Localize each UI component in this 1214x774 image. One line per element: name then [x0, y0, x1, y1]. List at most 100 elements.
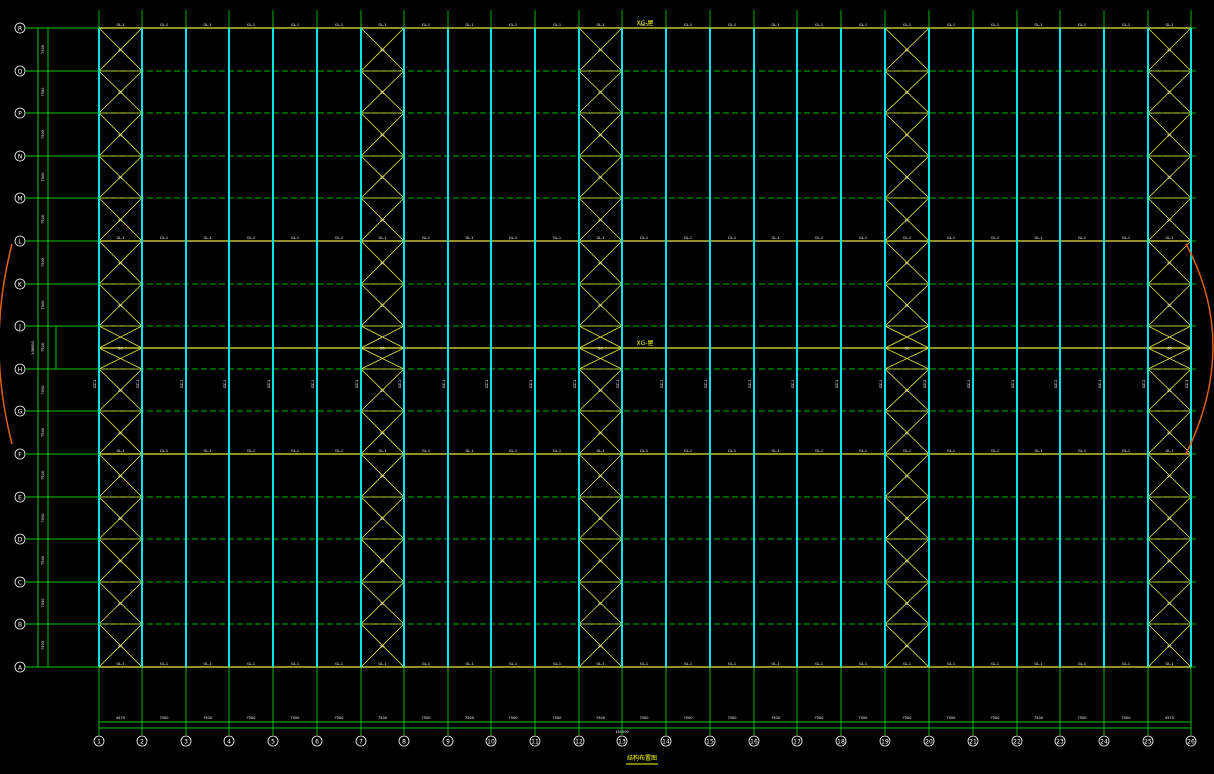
column-mark: GZ-1: [529, 380, 533, 389]
row-axis-label: F: [18, 452, 22, 459]
brace-label: SC: [1167, 432, 1172, 436]
brace-label: SC: [905, 262, 910, 266]
beam-mark: GL-1: [596, 23, 604, 27]
row-dimension-text: 7500: [41, 599, 45, 608]
beam-mark: GL-1: [728, 449, 736, 453]
column-axis-label: 16: [750, 739, 758, 746]
beam-mark: GL-1: [1034, 662, 1042, 666]
bay-dimension-text: 4575: [1165, 716, 1174, 720]
brace-label: SC: [118, 304, 123, 308]
beam-mark: GL-1: [1122, 662, 1130, 666]
bay-dimension-text: 7500: [640, 716, 649, 720]
brace-label: SC: [1167, 475, 1172, 479]
column-mark: GZ-1: [311, 380, 315, 389]
column-mark: GZ-1: [573, 380, 577, 389]
brace-label: SC: [1167, 304, 1172, 308]
column-mark: GZ-1: [93, 380, 97, 389]
bay-dimension-text: 7500: [378, 716, 387, 720]
row-dimension-text: 7500: [41, 514, 45, 523]
brace-label: SC: [905, 134, 910, 138]
column-mark: GZ-1: [616, 380, 620, 389]
column-mark: GZ-1: [1011, 380, 1015, 389]
brace-label: SC: [380, 91, 385, 95]
brace-label: SC: [118, 262, 123, 266]
beam-mark: GL-1: [465, 449, 473, 453]
bay-dimension-text: 7500: [553, 716, 562, 720]
bay-dimension-text: 7500: [947, 716, 956, 720]
beam-mark: GL-1: [991, 236, 999, 240]
beam-mark: GL-1: [335, 662, 343, 666]
brace-label: SC: [598, 347, 603, 351]
brace-label: SC: [598, 432, 603, 436]
beam-mark: GL-1: [684, 23, 692, 27]
column-axis-label: 5: [271, 739, 275, 746]
beam-mark: GL-1: [903, 23, 911, 27]
row-axis-label: B: [18, 622, 22, 629]
brace-label: SC: [598, 389, 603, 393]
column-axis-label: 15: [706, 739, 714, 746]
brace-label: SC: [1167, 91, 1172, 95]
beam-mark: GL-1: [903, 449, 911, 453]
beam-mark: GL-1: [728, 236, 736, 240]
beam-mark: GL-1: [509, 662, 517, 666]
beam-mark: GL-1: [422, 236, 430, 240]
brace-label: SC: [905, 49, 910, 53]
brace-label: SC: [905, 475, 910, 479]
column-axis-label: 19: [881, 739, 889, 746]
beam-mark: GL-1: [596, 449, 604, 453]
brace-label: SC: [905, 432, 910, 436]
row-dimension-text: 7500: [41, 173, 45, 182]
beam-mark: GL-1: [247, 236, 255, 240]
beam-mark: GL-1: [116, 662, 124, 666]
overall-row-dimension-text: 108000: [31, 341, 35, 354]
beam-mark: GL-1: [771, 236, 779, 240]
beam-mark: GL-1: [335, 236, 343, 240]
beam-mark: GL-1: [465, 23, 473, 27]
column-axis-label: 14: [662, 739, 670, 746]
column-axis-label: 23: [1056, 739, 1064, 746]
bay-dimension-text: 7500: [815, 716, 824, 720]
bay-dimension-text: 4575: [116, 716, 125, 720]
column-axis-label: 7: [359, 739, 363, 746]
center-label: XG-屋: [637, 340, 654, 347]
beam-mark: GL-1: [859, 236, 867, 240]
beam-mark: GL-1: [116, 236, 124, 240]
brace-label: SC: [598, 304, 603, 308]
brace-label: SC: [118, 475, 123, 479]
column-mark: GZ-1: [660, 380, 664, 389]
bay-dimension-text: 7500: [771, 716, 780, 720]
column-mark: GZ-1: [923, 380, 927, 389]
brace-label: SC: [598, 91, 603, 95]
column-mark: GZ-1: [355, 380, 359, 389]
beam-mark: GL-1: [509, 23, 517, 27]
row-dimension-text: 7500: [41, 471, 45, 480]
column-axis-label: 13: [618, 739, 626, 746]
beam-mark: GL-1: [771, 23, 779, 27]
brace-label: SC: [905, 389, 910, 393]
beam-mark: GL-1: [378, 23, 386, 27]
column-axis-label: 25: [1144, 739, 1152, 746]
brace-label: SC: [1167, 389, 1172, 393]
column-axis-label: 24: [1100, 739, 1108, 746]
row-dimension-text: 7500: [41, 386, 45, 395]
beam-mark: GL-1: [1078, 236, 1086, 240]
beam-mark: GL-1: [1078, 662, 1086, 666]
beam-mark: GL-1: [291, 23, 299, 27]
beam-mark: GL-1: [1122, 449, 1130, 453]
row-axis-label: G: [18, 409, 23, 416]
brace-label: SC: [118, 347, 123, 351]
brace-label: SC: [1167, 134, 1172, 138]
column-axis-label: 17: [793, 739, 801, 746]
bay-dimension-text: 7500: [728, 716, 737, 720]
brace-label: SC: [905, 347, 910, 351]
bay-dimension-text: 7500: [509, 716, 518, 720]
bay-dimension-text: 7500: [247, 716, 256, 720]
brace-label: SC: [380, 645, 385, 649]
column-axis-label: 12: [575, 739, 583, 746]
structural-plan-drawing: SC SC SC SC SC SC SC SC SC SC SC SC SC SC SC SC SC SC SC SC…: [0, 0, 1214, 774]
beam-mark: GL-1: [859, 449, 867, 453]
column-axis-label: 26: [1187, 739, 1195, 746]
bay-dimension-text: 7500: [1034, 716, 1043, 720]
beam-mark: GL-1: [640, 236, 648, 240]
beam-mark: GL-1: [596, 236, 604, 240]
